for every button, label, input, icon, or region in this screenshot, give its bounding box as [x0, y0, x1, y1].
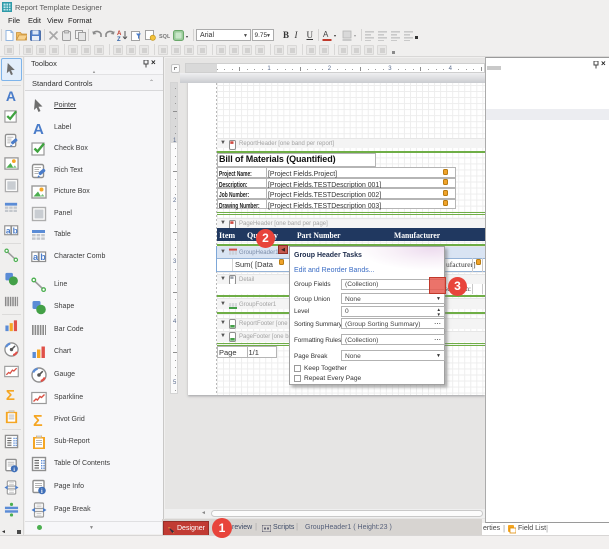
- svg-text:Σ: Σ: [6, 387, 15, 402]
- svg-text:Z: Z: [117, 37, 121, 41]
- svg-text:A: A: [6, 88, 16, 103]
- svg-text:A: A: [33, 121, 44, 136]
- svg-text:Σ: Σ: [33, 413, 43, 428]
- svg-text:a: a: [6, 225, 11, 235]
- svg-text:A: A: [323, 30, 329, 39]
- svg-text:b: b: [40, 252, 46, 262]
- svg-text:b: b: [13, 225, 18, 235]
- svg-text:SQL: SQL: [159, 34, 170, 40]
